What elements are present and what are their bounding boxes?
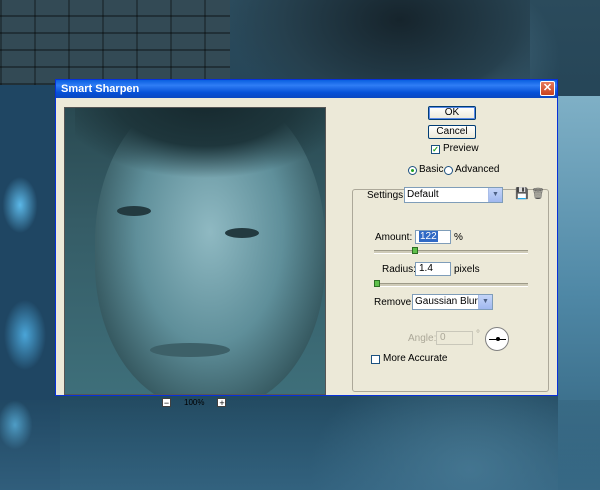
left-eye (117, 206, 151, 216)
remove-value: Gaussian Blur (415, 296, 478, 307)
more-accurate-checkbox[interactable] (371, 355, 380, 364)
angle-dial (485, 327, 509, 351)
angle-label: Angle: (408, 333, 437, 344)
amount-value: 122 (419, 231, 438, 242)
more-accurate-label: More Accurate (383, 353, 448, 364)
basic-radio[interactable] (408, 166, 417, 175)
radius-slider-thumb[interactable] (374, 280, 380, 287)
preview-checkbox[interactable]: ✓ (431, 145, 440, 154)
radius-value: 1.4 (419, 263, 433, 274)
close-button[interactable]: ✕ (540, 81, 555, 96)
chevron-down-icon: ▼ (478, 295, 492, 309)
angle-value: 0 (440, 332, 446, 343)
preview-label: Preview (443, 143, 479, 154)
trash-icon[interactable]: 🗑 (531, 188, 545, 200)
settings-value: Default (407, 189, 439, 200)
preview-image[interactable] (64, 107, 326, 395)
chevron-down-icon: ▼ (488, 188, 502, 202)
amount-unit: % (454, 232, 463, 243)
zoom-controls: − 100% + (162, 398, 227, 410)
basic-label: Basic (419, 164, 444, 175)
brick-wall (0, 0, 230, 85)
zoom-out-button[interactable]: − (162, 398, 171, 408)
mouth (150, 343, 230, 357)
amount-slider-thumb[interactable] (411, 247, 418, 254)
smart-sharpen-dialog: Smart Sharpen ✕ − 100% + OK Cancel ✓ Pre… (55, 79, 558, 408)
settings-label: Settings: (367, 190, 406, 201)
ok-button[interactable]: OK (428, 106, 476, 120)
dialog-title: Smart Sharpen (61, 83, 140, 95)
background-shirt (0, 400, 600, 490)
save-preset-icon[interactable]: 💾 (515, 188, 529, 200)
cancel-button[interactable]: Cancel (428, 125, 476, 139)
angle-input: 0 (436, 331, 473, 345)
angle-unit: ° (476, 329, 480, 340)
right-eye (225, 228, 259, 238)
amount-label: Amount: (375, 232, 413, 243)
radius-slider-track[interactable] (374, 283, 528, 287)
advanced-radio[interactable] (444, 166, 453, 175)
advanced-label: Advanced (455, 164, 500, 175)
settings-select[interactable]: Default ▼ (404, 187, 503, 203)
hair (75, 108, 325, 198)
zoom-level: 100% (184, 398, 205, 408)
title-bar[interactable]: Smart Sharpen ✕ (56, 80, 557, 98)
radius-input[interactable]: 1.4 (415, 262, 451, 276)
remove-label: Remove: (374, 297, 415, 308)
remove-select[interactable]: Gaussian Blur ▼ (412, 294, 493, 310)
zoom-in-button[interactable]: + (217, 398, 227, 408)
amount-slider-track[interactable] (374, 250, 528, 254)
radius-label: Radius: (382, 264, 416, 275)
settings-group (352, 189, 549, 392)
radius-unit: pixels (454, 264, 480, 275)
amount-input[interactable]: 122 (415, 230, 451, 244)
preview-panel (64, 107, 326, 395)
